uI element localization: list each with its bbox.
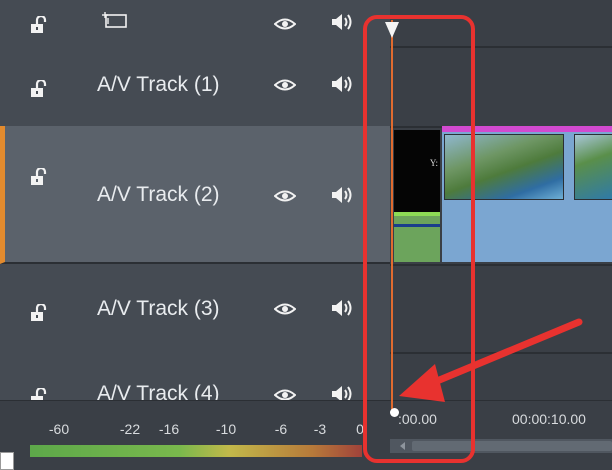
track-header-2[interactable]: A/V Track (2): [0, 126, 390, 264]
db-label: -60: [48, 421, 70, 437]
track-label: A/V Track (1): [97, 73, 220, 96]
track-headers: A/V Track (1) A/V Track (2) A/V Track (3…: [0, 0, 390, 400]
clip-thumbnail: [574, 134, 612, 200]
db-label: -22: [119, 421, 141, 437]
speaker-icon[interactable]: [330, 185, 354, 205]
audio-meter: [30, 445, 362, 457]
track-header-1[interactable]: A/V Track (1): [0, 46, 390, 128]
db-label: -10: [215, 421, 237, 437]
speaker-icon[interactable]: [330, 384, 354, 400]
lock-open-icon[interactable]: [30, 168, 48, 186]
db-label: -16: [158, 421, 180, 437]
add-track-icon[interactable]: [102, 12, 128, 28]
track-label: A/V Track (4): [97, 382, 220, 400]
speaker-icon[interactable]: [330, 74, 354, 94]
lock-open-icon[interactable]: [30, 16, 48, 34]
eye-icon[interactable]: [274, 17, 296, 31]
master-track-header: [0, 0, 390, 48]
corner-marker: [0, 452, 14, 470]
speaker-icon[interactable]: [330, 12, 354, 32]
lock-open-icon[interactable]: [30, 80, 48, 98]
track-label: A/V Track (2): [97, 183, 220, 206]
track-header-4[interactable]: A/V Track (4): [0, 352, 390, 400]
lock-open-icon[interactable]: [30, 388, 48, 400]
db-label: -6: [274, 421, 288, 437]
speaker-icon[interactable]: [330, 298, 354, 318]
lock-open-icon[interactable]: [30, 304, 48, 322]
track-header-3[interactable]: A/V Track (3): [0, 264, 390, 354]
track-label: A/V Track (3): [97, 297, 220, 320]
eye-icon[interactable]: [274, 78, 296, 92]
eye-icon[interactable]: [274, 189, 296, 203]
timeline-panel: A/V Track (1) A/V Track (2) A/V Track (3…: [0, 0, 612, 470]
db-label: -3: [313, 421, 327, 437]
eye-icon[interactable]: [274, 302, 296, 316]
eye-icon[interactable]: [274, 388, 296, 400]
annotation-arrow-icon: [399, 318, 583, 402]
